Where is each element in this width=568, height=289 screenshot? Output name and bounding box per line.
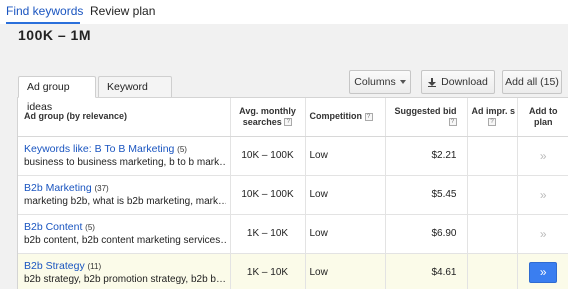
header-suggested-bid[interactable]: Suggested bid? xyxy=(384,98,467,137)
searches-metric: 100K – 1M xyxy=(18,27,91,40)
add-all-button[interactable]: Add all (15) xyxy=(502,70,562,94)
impressions-cell xyxy=(466,175,517,215)
add-to-plan-cell: » xyxy=(516,136,568,176)
ad-group-link[interactable]: B2b Marketing xyxy=(24,182,92,194)
table-header-row: Ad group (by relevance) Avg. monthly sea… xyxy=(18,98,568,137)
bid-cell: $5.45 xyxy=(384,175,467,215)
table-row: Keywords like: B To B Marketing (5) busi… xyxy=(18,136,568,176)
bid-cell: $2.21 xyxy=(384,136,467,176)
bid-cell: $4.61 xyxy=(384,253,467,289)
add-all-label: Add all (15) xyxy=(505,76,559,88)
competition-cell: Low xyxy=(304,175,385,215)
header-add-to-plan: Add to plan xyxy=(516,98,568,137)
tab-keyword-ideas[interactable]: Keyword ideas xyxy=(98,76,172,113)
add-to-plan-cell: » xyxy=(516,175,568,215)
tab-review-plan[interactable]: Review plan xyxy=(90,4,155,18)
ad-group-ideas-panel: Ad group (by relevance) Avg. monthly sea… xyxy=(17,97,568,289)
help-icon[interactable]: ? xyxy=(364,112,373,121)
bid-cell: $6.90 xyxy=(384,214,467,254)
ad-group-keywords: marketing b2b, what is b2b marketing, ma… xyxy=(24,196,226,207)
add-to-plan-icon[interactable]: » xyxy=(540,227,547,241)
add-to-plan-icon[interactable]: » xyxy=(540,149,547,163)
ad-group-cell: B2b Content (5) b2b content, b2b content… xyxy=(18,214,230,254)
add-to-plan-cell: » xyxy=(516,253,568,289)
ad-group-keywords: business to business marketing, b to b m… xyxy=(24,157,226,168)
header-competition[interactable]: Competition ? xyxy=(304,98,385,137)
help-icon[interactable]: ? xyxy=(284,118,293,127)
competition-cell: Low xyxy=(304,136,385,176)
keyword-count: (11) xyxy=(87,262,102,271)
columns-label: Columns xyxy=(354,76,396,88)
table-row: B2b Marketing (37) marketing b2b, what i… xyxy=(18,175,568,215)
ad-group-link[interactable]: B2b Strategy xyxy=(24,260,85,272)
ad-group-link[interactable]: Keywords like: B To B Marketing xyxy=(24,143,174,155)
searches-cell: 10K – 100K xyxy=(229,175,305,215)
table-row: B2b Strategy (11) b2b strategy, b2b prom… xyxy=(18,253,568,289)
searches-cell: 1K – 10K xyxy=(229,253,305,289)
download-icon xyxy=(428,77,437,87)
header-ad-impressions[interactable]: Ad impr. s? xyxy=(466,98,517,137)
impressions-cell xyxy=(466,136,517,176)
add-to-plan-cell: » xyxy=(516,214,568,254)
help-icon[interactable]: ? xyxy=(448,118,457,127)
competition-cell: Low xyxy=(304,253,385,289)
download-label: Download xyxy=(441,76,488,88)
tab-find-keywords[interactable]: Find keywords xyxy=(6,4,83,18)
table-row: B2b Content (5) b2b content, b2b content… xyxy=(18,214,568,254)
keyword-count: (37) xyxy=(94,184,109,193)
top-navigation: Find keywords Review plan xyxy=(0,0,568,25)
columns-button[interactable]: Columns xyxy=(349,70,411,94)
tab-ad-group-ideas[interactable]: Ad group ideas xyxy=(18,76,96,113)
help-icon[interactable]: ? xyxy=(488,118,496,127)
ad-group-cell: B2b Strategy (11) b2b strategy, b2b prom… xyxy=(18,253,230,289)
ad-group-keywords: b2b content, b2b content marketing servi… xyxy=(24,235,226,246)
impressions-cell xyxy=(466,214,517,254)
ad-group-cell: B2b Marketing (37) marketing b2b, what i… xyxy=(18,175,230,215)
header-avg-monthly-searches[interactable]: Avg. monthly searches ? xyxy=(229,98,305,137)
add-to-plan-icon[interactable]: » xyxy=(540,188,547,202)
searches-cell: 1K – 10K xyxy=(229,214,305,254)
add-to-plan-button[interactable]: » xyxy=(529,262,558,283)
ad-group-keywords: b2b strategy, b2b promotion strategy, b2… xyxy=(24,274,226,285)
ad-group-cell: Keywords like: B To B Marketing (5) busi… xyxy=(18,136,230,176)
ad-group-link[interactable]: B2b Content xyxy=(24,221,82,233)
chevron-down-icon xyxy=(399,80,406,85)
download-button[interactable]: Download xyxy=(421,70,495,94)
keyword-count: (5) xyxy=(85,223,95,232)
keyword-count: (5) xyxy=(177,145,187,154)
ad-group-table: Ad group (by relevance) Avg. monthly sea… xyxy=(18,98,568,289)
competition-cell: Low xyxy=(304,214,385,254)
impressions-cell xyxy=(466,253,517,289)
searches-cell: 10K – 100K xyxy=(229,136,305,176)
